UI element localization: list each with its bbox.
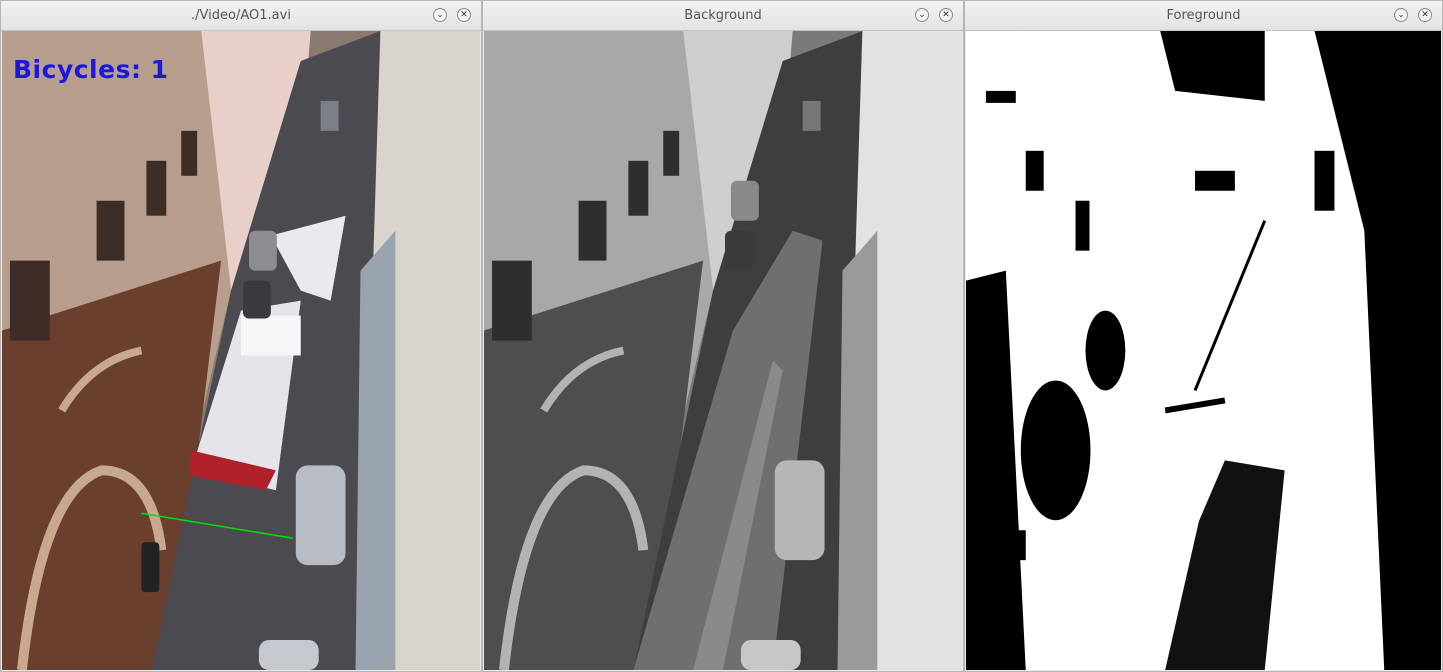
background-window-title: Background (684, 8, 762, 23)
background-frame (484, 31, 962, 670)
chevron-down-icon[interactable]: ⌄ (433, 8, 447, 22)
close-icon[interactable]: ✕ (1418, 8, 1432, 22)
foreground-window-titlebar[interactable]: Foreground ⌄ ✕ (965, 1, 1442, 31)
close-icon[interactable]: ✕ (457, 8, 471, 22)
video-window: ./Video/AO1.avi ⌄ ✕ Bicycles: 1 (0, 0, 482, 672)
close-icon[interactable]: ✕ (939, 8, 953, 22)
background-window-titlebar[interactable]: Background ⌄ ✕ (483, 1, 963, 31)
foreground-mask-frame (966, 31, 1441, 670)
foreground-window: Foreground ⌄ ✕ (964, 0, 1443, 672)
chevron-down-icon[interactable]: ⌄ (1394, 8, 1408, 22)
foreground-window-title: Foreground (1166, 8, 1241, 23)
video-window-title: ./Video/AO1.avi (191, 8, 291, 23)
chevron-down-icon[interactable]: ⌄ (915, 8, 929, 22)
background-window: Background ⌄ ✕ (482, 0, 964, 672)
video-window-titlebar[interactable]: ./Video/AO1.avi ⌄ ✕ (1, 1, 481, 31)
bicycle-count-label: Bicycles: 1 (13, 55, 169, 84)
video-frame: Bicycles: 1 (2, 31, 480, 670)
